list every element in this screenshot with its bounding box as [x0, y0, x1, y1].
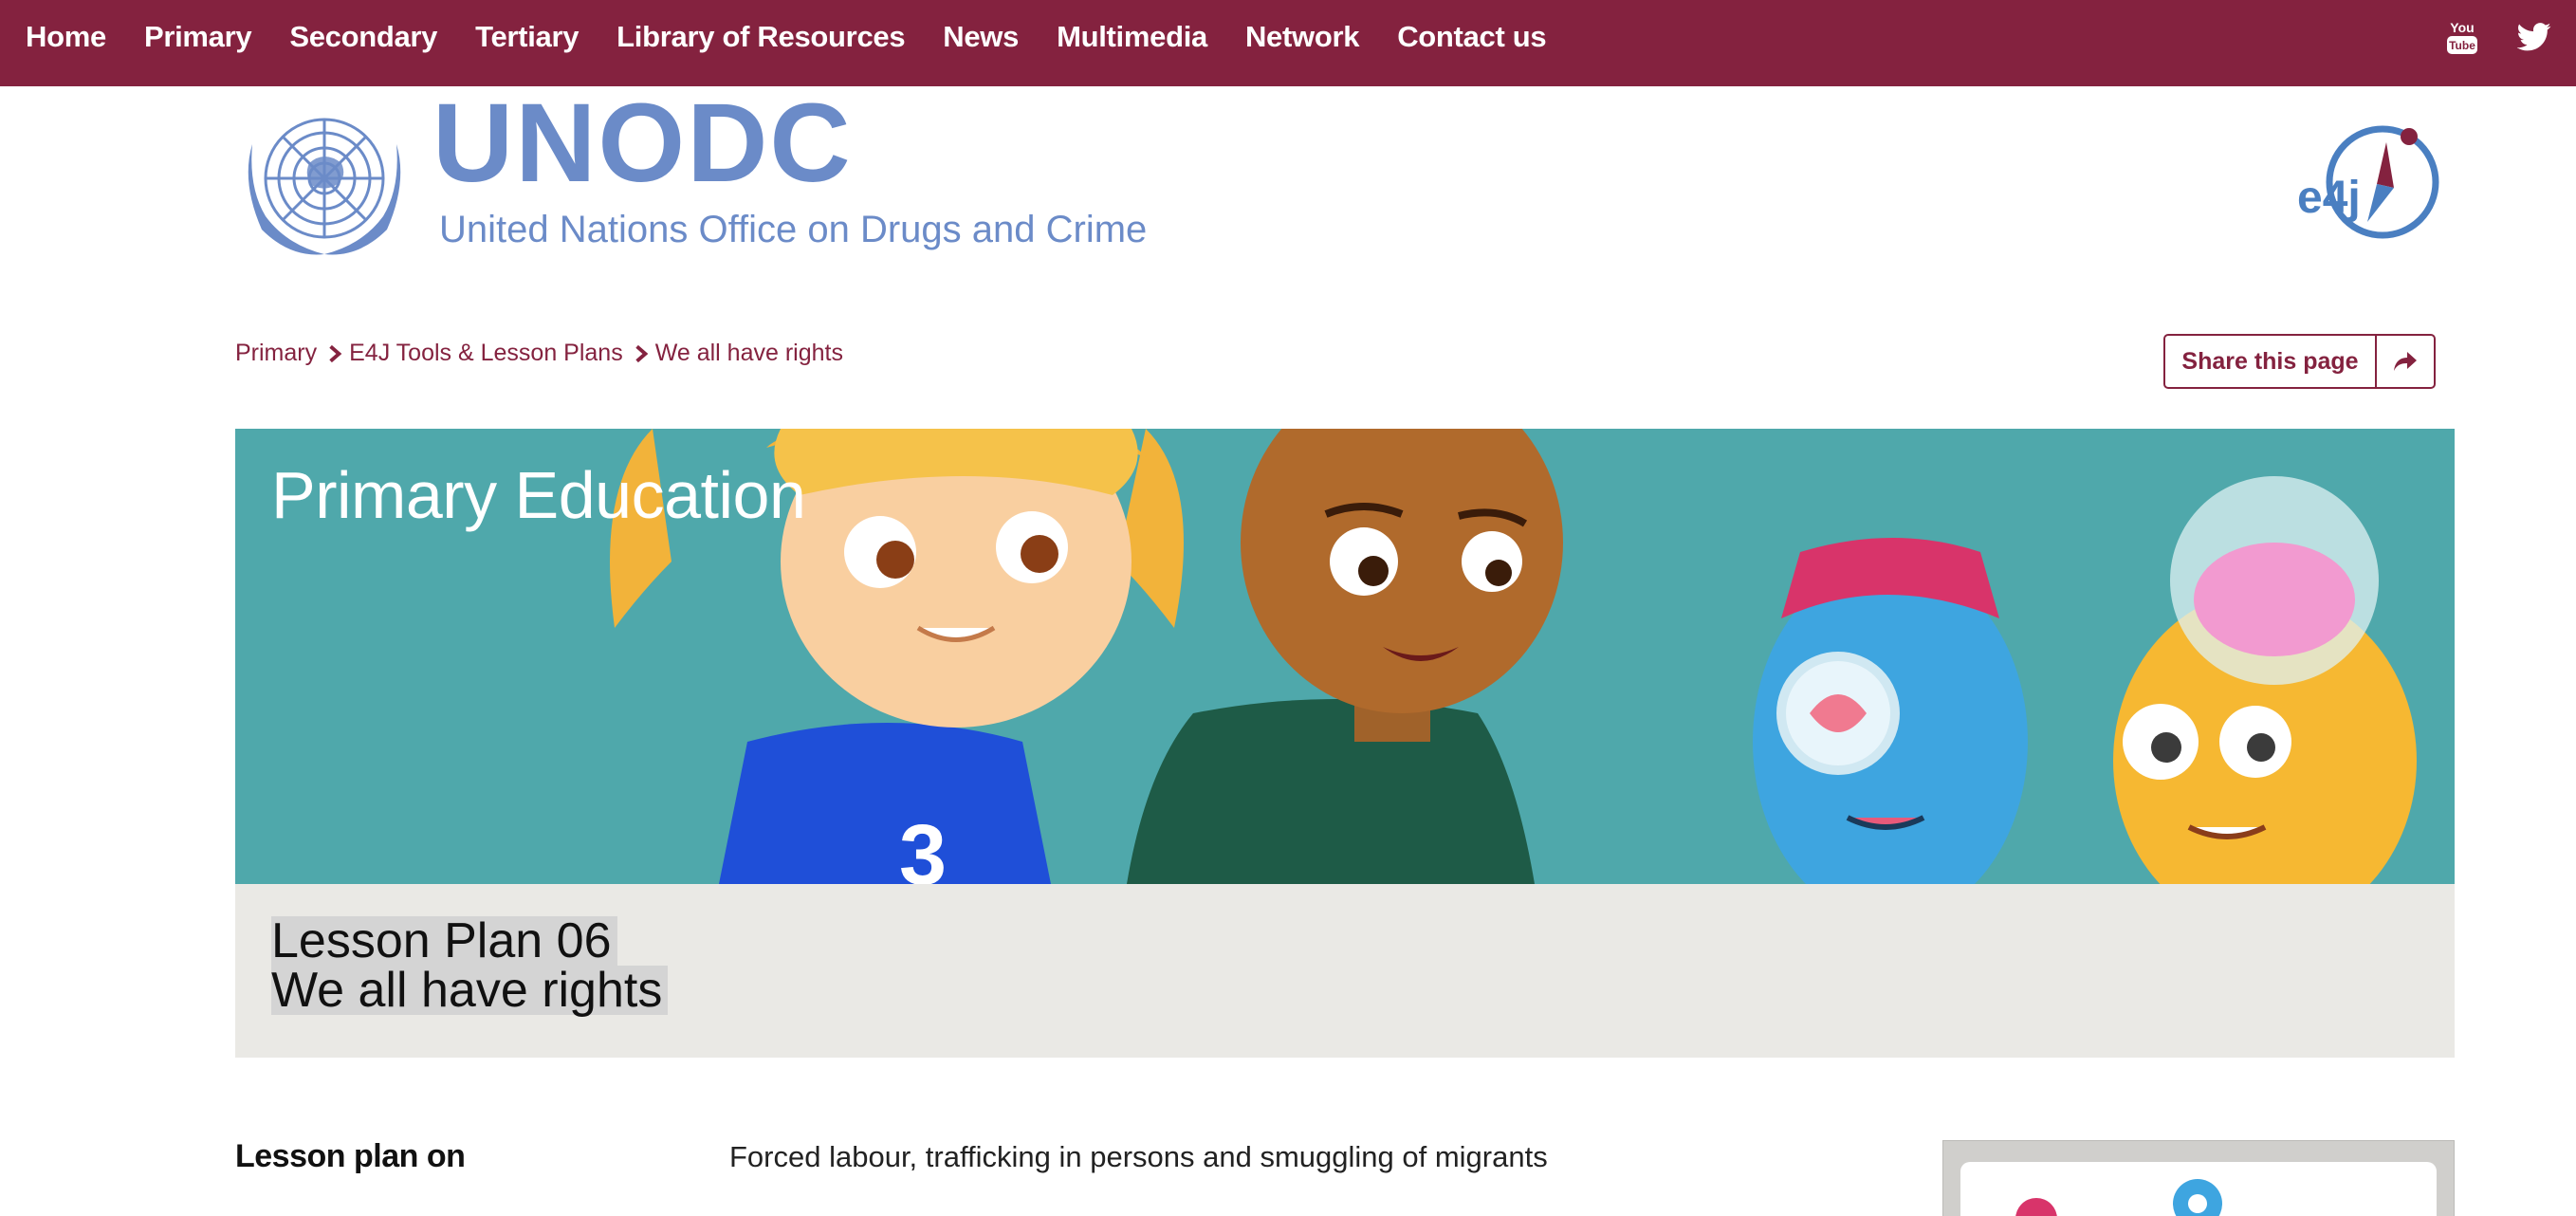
svg-text:3: 3 [899, 808, 947, 884]
share-page-label: Share this page [2165, 336, 2377, 387]
hero-banner: 3 Primary Education [235, 429, 2455, 884]
nav-item-secondary[interactable]: Secondary [289, 20, 437, 54]
breadcrumb-e4j-tools-lesson-plans[interactable]: E4J Tools & Lesson Plans [349, 340, 623, 367]
main-menu: Home Primary Secondary Tertiary Library … [26, 0, 1584, 74]
unodc-wordmark[interactable]: UNODC [432, 87, 853, 199]
nav-item-network[interactable]: Network [1245, 20, 1360, 54]
lesson-title: Lesson Plan 06 We all have rights [271, 916, 669, 1015]
boy-character [1127, 429, 1563, 884]
related-resources-card-inner [1960, 1162, 2437, 1216]
chevron-right-icon [329, 344, 342, 362]
nav-item-home[interactable]: Home [26, 20, 106, 54]
lesson-plan-topic: Forced labour, trafficking in persons an… [729, 1140, 1548, 1173]
breadcrumb: Primary E4J Tools & Lesson Plans We all … [235, 340, 843, 367]
yellow-creature [2113, 476, 2417, 884]
related-resources-card[interactable] [1942, 1140, 2455, 1216]
nav-item-multimedia[interactable]: Multimedia [1057, 20, 1207, 54]
svg-text:You: You [2450, 20, 2474, 35]
share-page-button[interactable]: Share this page [2163, 334, 2436, 389]
breadcrumb-we-all-have-rights[interactable]: We all have rights [655, 340, 843, 367]
top-navigation-bar: Home Primary Secondary Tertiary Library … [0, 0, 2576, 86]
banner-title: Primary Education [271, 458, 806, 532]
social-links: You Tube [2445, 0, 2551, 74]
nav-item-primary[interactable]: Primary [144, 20, 252, 54]
breadcrumb-primary[interactable]: Primary [235, 340, 317, 367]
un-emblem-logo[interactable] [233, 106, 415, 258]
nav-item-library-of-resources[interactable]: Library of Resources [616, 20, 905, 54]
lesson-name: We all have rights [271, 966, 669, 1015]
twitter-icon[interactable] [2517, 23, 2551, 51]
lesson-plan-on-label: Lesson plan on [235, 1138, 466, 1174]
lesson-number: Lesson Plan 06 [271, 916, 617, 966]
nav-item-news[interactable]: News [943, 20, 1019, 54]
nav-item-contact-us[interactable]: Contact us [1397, 20, 1546, 54]
blue-creature [1753, 538, 2028, 884]
e4j-logo-text: e4j [2297, 173, 2361, 223]
unodc-full-name: United Nations Office on Drugs and Crime [439, 209, 1148, 250]
card-illustration [2015, 1179, 2222, 1216]
svg-text:Tube: Tube [2449, 39, 2475, 52]
lesson-title-box: Lesson Plan 06 We all have rights [235, 884, 2455, 1058]
share-arrow-icon [2377, 336, 2434, 387]
youtube-icon[interactable]: You Tube [2445, 18, 2479, 56]
chevron-right-icon [635, 344, 649, 362]
e4j-logo[interactable]: e4j [2295, 121, 2447, 245]
nav-item-tertiary[interactable]: Tertiary [475, 20, 579, 54]
